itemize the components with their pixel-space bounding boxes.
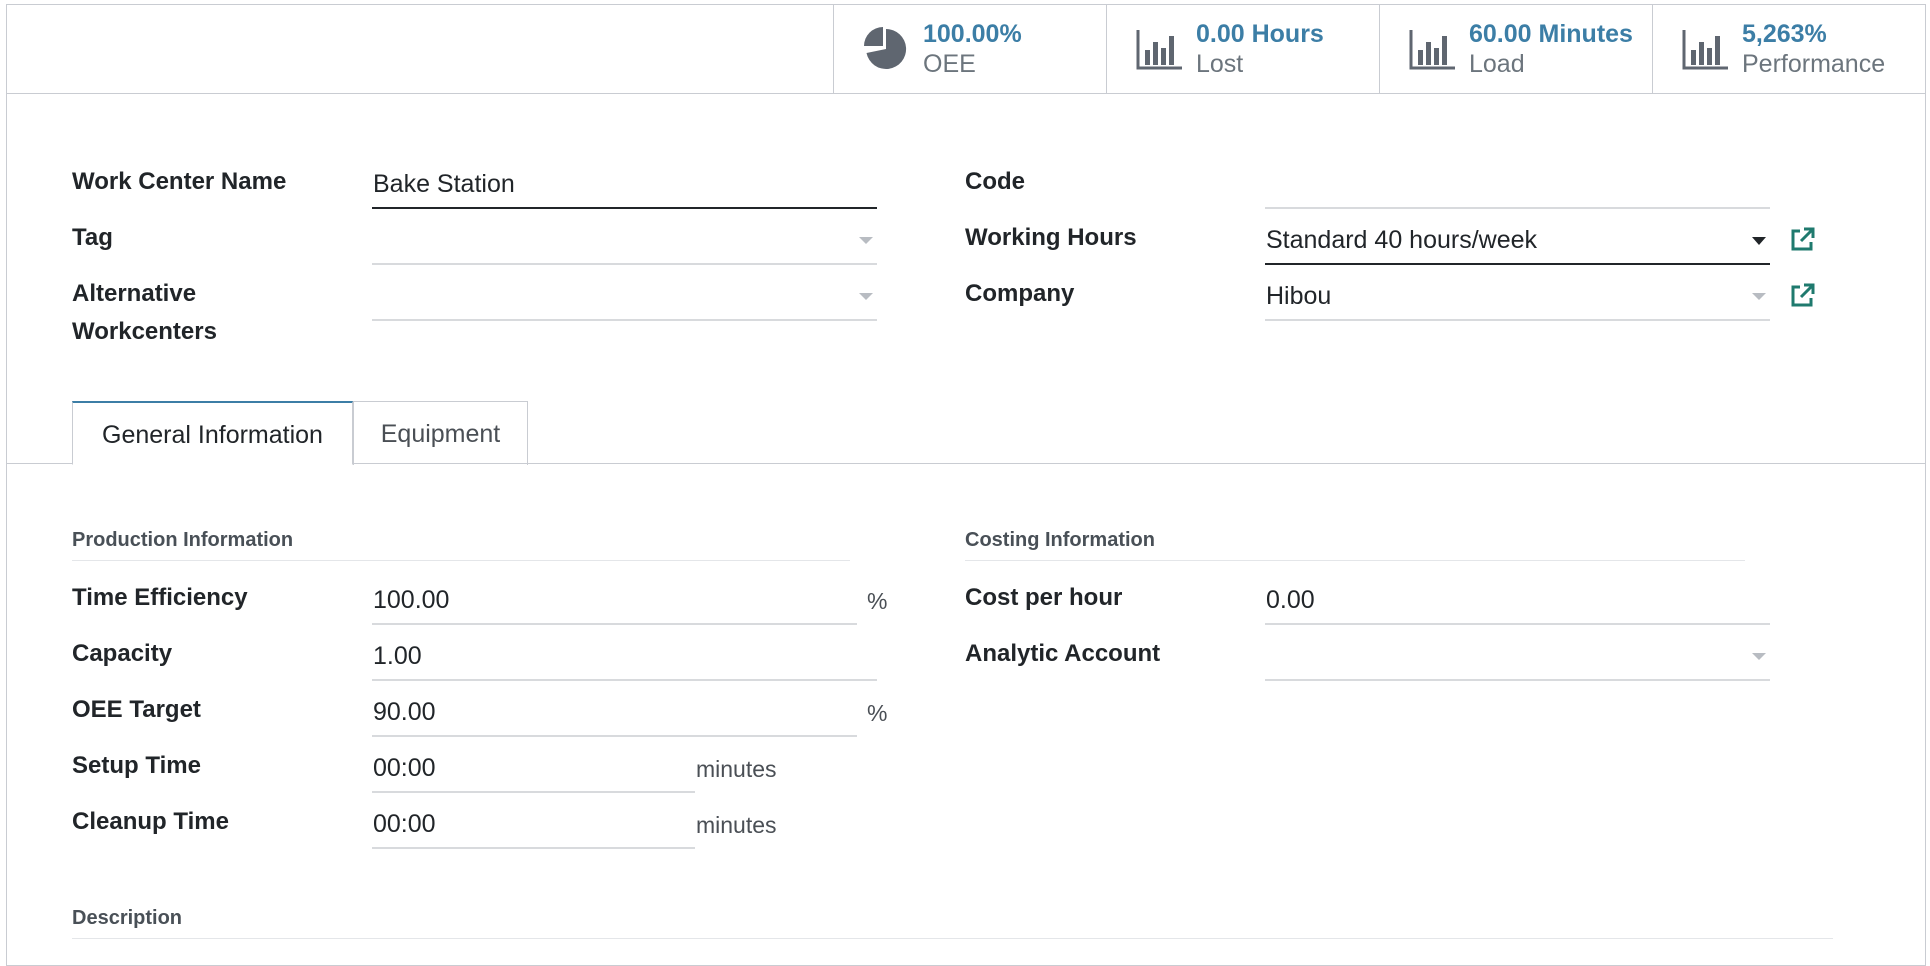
- chevron-down-icon: [1752, 293, 1766, 300]
- working-hours-select[interactable]: Standard 40 hours/week: [1265, 215, 1770, 265]
- costing-information-title: Costing Information: [965, 529, 1745, 561]
- work-center-name-input[interactable]: Bake Station: [372, 159, 877, 209]
- tab-equipment[interactable]: Equipment: [353, 401, 528, 465]
- time-efficiency-unit: %: [867, 588, 888, 614]
- load-value: 60.00 Minutes: [1469, 20, 1633, 48]
- chevron-down-icon: [859, 293, 873, 300]
- capacity-input[interactable]: 1.00: [372, 631, 877, 681]
- chevron-down-icon: [859, 237, 873, 244]
- performance-stat-button[interactable]: 5,263% Performance: [1652, 5, 1925, 93]
- company-value: Hibou: [1266, 282, 1332, 310]
- chevron-down-icon: [1752, 653, 1766, 660]
- external-link-icon[interactable]: [1788, 226, 1816, 254]
- alternative-workcenters-select[interactable]: [372, 271, 877, 321]
- time-efficiency-value: 100.00: [373, 586, 450, 614]
- oee-label: OEE: [923, 50, 976, 78]
- oee-target-input[interactable]: 90.00: [372, 687, 857, 737]
- setup-time-unit: minutes: [696, 756, 777, 782]
- pie-chart-icon: [864, 27, 907, 69]
- lost-value: 0.00 Hours: [1196, 20, 1324, 48]
- lost-label: Lost: [1196, 50, 1244, 78]
- alternative-workcenters-label: Alternative Workcenters: [72, 275, 217, 351]
- smart-button-box: 100.00% OEE 0.00 Hours Lost 60.00 Minute…: [7, 5, 1925, 94]
- external-link-icon[interactable]: [1788, 282, 1816, 310]
- time-efficiency-input[interactable]: 100.00: [372, 575, 857, 625]
- analytic-account-label: Analytic Account: [965, 640, 1161, 667]
- alternative-workcenters-label-line1: Alternative: [72, 280, 197, 307]
- lost-stat-button[interactable]: 0.00 Hours Lost: [1106, 5, 1379, 93]
- form-sheet: 100.00% OEE 0.00 Hours Lost 60.00 Minute…: [6, 4, 1926, 966]
- company-label: Company: [965, 280, 1075, 307]
- company-select[interactable]: Hibou: [1265, 271, 1770, 321]
- production-information-title: Production Information: [72, 529, 850, 561]
- cost-per-hour-input[interactable]: 0.00: [1265, 575, 1770, 625]
- bar-chart-icon: [1136, 30, 1182, 70]
- oee-target-label: OEE Target: [72, 696, 201, 723]
- chevron-down-icon: [1752, 237, 1766, 245]
- setup-time-value: 00:00: [373, 754, 436, 782]
- work-center-name-value: Bake Station: [373, 170, 515, 198]
- cleanup-time-value: 00:00: [373, 810, 436, 838]
- cleanup-time-unit: minutes: [696, 812, 777, 838]
- bar-chart-icon: [1409, 30, 1455, 70]
- code-input[interactable]: [1265, 159, 1770, 209]
- oee-value: 100.00%: [923, 20, 1022, 48]
- tag-label: Tag: [72, 224, 113, 251]
- work-center-name-label: Work Center Name: [72, 168, 287, 195]
- oee-stat-button[interactable]: 100.00% OEE: [833, 5, 1106, 93]
- time-efficiency-label: Time Efficiency: [72, 584, 248, 611]
- tab-general-information[interactable]: General Information: [72, 401, 353, 465]
- cost-per-hour-value: 0.00: [1266, 586, 1315, 614]
- working-hours-label: Working Hours: [965, 224, 1137, 251]
- setup-time-label: Setup Time: [72, 752, 201, 779]
- tag-select[interactable]: [372, 215, 877, 265]
- oee-target-unit: %: [867, 700, 888, 726]
- working-hours-value: Standard 40 hours/week: [1266, 226, 1538, 254]
- cost-per-hour-label: Cost per hour: [965, 584, 1123, 611]
- performance-value: 5,263%: [1742, 20, 1827, 48]
- load-stat-button[interactable]: 60.00 Minutes Load: [1379, 5, 1652, 93]
- bar-chart-icon: [1682, 30, 1728, 70]
- cleanup-time-input[interactable]: 00:00: [372, 799, 695, 849]
- analytic-account-select[interactable]: [1265, 631, 1770, 681]
- cleanup-time-label: Cleanup Time: [72, 808, 229, 835]
- setup-time-input[interactable]: 00:00: [372, 743, 695, 793]
- capacity-value: 1.00: [373, 642, 422, 670]
- performance-label: Performance: [1742, 50, 1886, 78]
- description-title: Description: [72, 907, 1833, 939]
- code-label: Code: [965, 168, 1025, 195]
- load-label: Load: [1469, 50, 1525, 78]
- capacity-label: Capacity: [72, 640, 173, 667]
- oee-target-value: 90.00: [373, 698, 436, 726]
- alternative-workcenters-label-line2: Workcenters: [72, 318, 217, 345]
